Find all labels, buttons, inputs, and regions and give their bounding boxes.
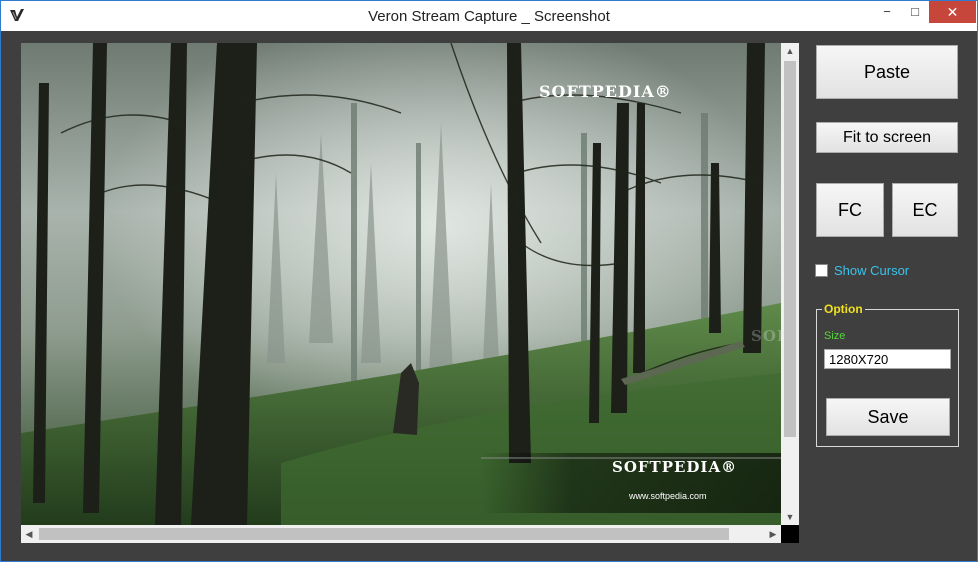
maximize-button[interactable]: □ bbox=[902, 1, 928, 23]
ec-button[interactable]: EC bbox=[892, 183, 958, 237]
horizontal-scroll-thumb[interactable] bbox=[39, 528, 729, 540]
window-title: Veron Stream Capture _ Screenshot bbox=[368, 8, 610, 25]
title-bar[interactable]: Veron Stream Capture _ Screenshot − □ ✕ bbox=[1, 1, 977, 31]
scroll-left-icon[interactable]: ◀ bbox=[21, 525, 37, 543]
option-group-title: Option bbox=[822, 302, 865, 316]
size-input[interactable] bbox=[824, 349, 951, 369]
forest-photo: SOFTPEDIA® SOFTPEDIA® www.softpedia.com … bbox=[21, 43, 781, 525]
save-button[interactable]: Save bbox=[826, 398, 950, 436]
app-window: Veron Stream Capture _ Screenshot − □ ✕ bbox=[0, 0, 978, 562]
size-label: Size bbox=[824, 330, 846, 342]
vertical-scroll-thumb[interactable] bbox=[784, 61, 796, 437]
option-group: Option Size Save bbox=[816, 302, 959, 447]
scrollbar-corner bbox=[781, 525, 799, 543]
softpedia-url: www.softpedia.com bbox=[628, 491, 707, 501]
paste-button[interactable]: Paste bbox=[816, 45, 958, 99]
horizontal-scrollbar[interactable]: ◀ ▶ bbox=[21, 525, 781, 543]
fc-button[interactable]: FC bbox=[816, 183, 884, 237]
scroll-right-icon[interactable]: ▶ bbox=[765, 525, 781, 543]
screenshot-preview-image: SOFTPEDIA® SOFTPEDIA® www.softpedia.com … bbox=[21, 43, 781, 525]
softpedia-watermark-bottom: SOFTPEDIA® bbox=[612, 458, 737, 476]
image-viewer[interactable]: SOFTPEDIA® SOFTPEDIA® www.softpedia.com … bbox=[21, 43, 799, 543]
softpedia-watermark-faint: SOFTPEDIA™ bbox=[751, 327, 781, 345]
vertical-scrollbar[interactable]: ▲ ▼ bbox=[781, 43, 799, 525]
scroll-down-icon[interactable]: ▼ bbox=[781, 509, 799, 525]
show-cursor-label[interactable]: Show Cursor bbox=[834, 263, 909, 278]
softpedia-watermark-top: SOFTPEDIA® bbox=[539, 82, 672, 101]
close-button[interactable]: ✕ bbox=[929, 1, 976, 23]
show-cursor-checkbox[interactable] bbox=[815, 264, 828, 277]
fit-to-screen-button[interactable]: Fit to screen bbox=[816, 122, 958, 153]
minimize-button[interactable]: − bbox=[874, 1, 900, 23]
scroll-up-icon[interactable]: ▲ bbox=[781, 43, 799, 59]
